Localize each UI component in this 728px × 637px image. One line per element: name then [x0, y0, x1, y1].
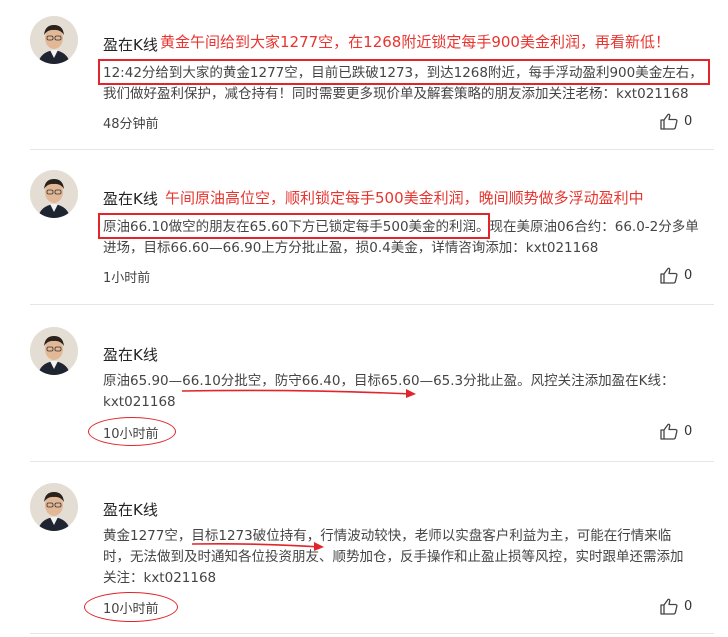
avatar[interactable]: [30, 16, 78, 64]
post-headline: 午间原油高位空，顺利锁定每手500美金利润，晚间顺势做多浮动盈利中: [165, 189, 644, 207]
post-body-line: 关注：kxt021168: [103, 570, 217, 586]
thumbs-up-icon: [660, 598, 678, 615]
divider: [30, 304, 714, 305]
divider: [30, 461, 714, 462]
like-count: 0: [684, 424, 693, 439]
post-timestamp: 10小时前: [103, 427, 159, 442]
annotation-arrow: [191, 542, 324, 551]
thumbs-up-icon: [660, 423, 678, 440]
highlight-box: [98, 59, 710, 85]
avatar[interactable]: [30, 483, 78, 531]
like-button[interactable]: 0: [660, 267, 710, 285]
like-button[interactable]: 0: [660, 423, 710, 441]
highlight-box: [98, 213, 490, 239]
annotation-arrow: [181, 389, 416, 398]
like-button[interactable]: 0: [660, 598, 710, 616]
post-author[interactable]: 盈在K线: [103, 34, 158, 55]
avatar[interactable]: [30, 170, 78, 218]
post-timestamp: 48分钟前: [103, 117, 159, 132]
divider: [30, 149, 714, 150]
like-count: 0: [684, 114, 693, 129]
post-author[interactable]: 盈在K线: [103, 499, 158, 520]
post-body: 黄金1277空，目标1273破位持有，行情波动较快，老师以实盘客户利益为主，可能…: [103, 526, 713, 589]
post-body-line: 进场，目标66.60—66.90上方分批止盈，损0.4美金，详情咨询添加：kxt…: [103, 240, 599, 256]
avatar[interactable]: [30, 327, 78, 375]
post-timestamp: 10小时前: [103, 602, 159, 617]
thumbs-up-icon: [660, 113, 678, 130]
thumbs-up-icon: [660, 267, 678, 284]
divider: [30, 633, 714, 634]
post-body-line: 我们做好盈利保护，减仓持有！同时需要更多现价单及解套策略的朋友添加关注老杨：kx…: [103, 86, 689, 102]
post-author[interactable]: 盈在K线: [103, 188, 158, 209]
like-button[interactable]: 0: [660, 113, 710, 131]
post-headline: 黄金午间给到大家1277空，在1268附近锁定每手900美金利润，再看新低！: [160, 33, 670, 51]
post-timestamp: 1小时前: [103, 271, 151, 286]
like-count: 0: [684, 268, 693, 283]
like-count: 0: [684, 599, 693, 614]
post-author[interactable]: 盈在K线: [103, 344, 158, 365]
